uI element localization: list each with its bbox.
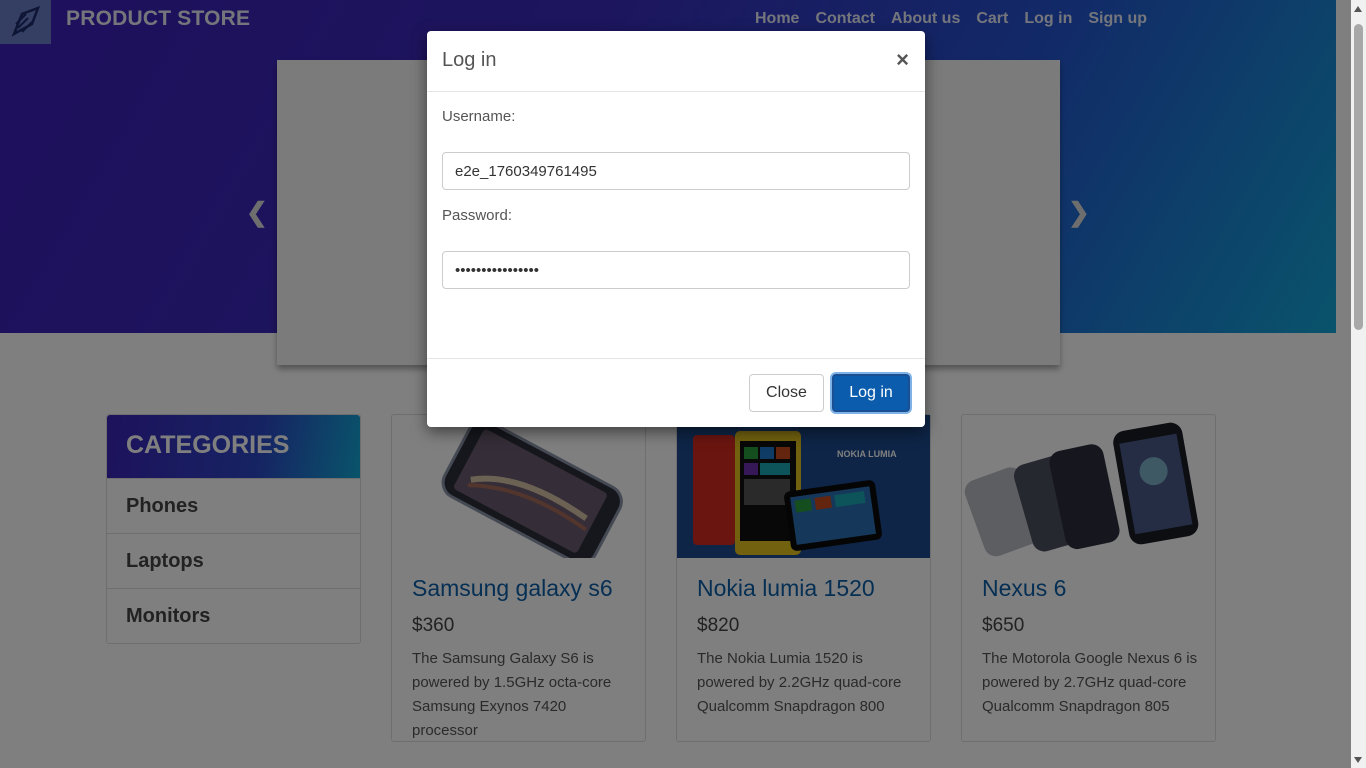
scroll-down-icon[interactable] — [1354, 757, 1362, 763]
close-button[interactable]: Close — [749, 374, 824, 412]
password-label: Password: — [442, 207, 513, 224]
close-icon[interactable]: × — [896, 47, 909, 73]
scrollbar-thumb[interactable] — [1354, 24, 1363, 330]
login-modal: Log in × Username: Password: Close Log i… — [427, 31, 925, 427]
login-button[interactable]: Log in — [832, 374, 910, 412]
scrollbar[interactable] — [1351, 0, 1366, 768]
modal-footer: Close Log in — [427, 358, 925, 427]
modal-title: Log in — [442, 49, 497, 71]
username-field[interactable] — [442, 152, 910, 190]
modal-header: Log in × — [427, 31, 925, 92]
username-label: Username: — [442, 108, 516, 125]
scroll-up-icon[interactable] — [1354, 6, 1362, 12]
password-field[interactable] — [442, 251, 910, 289]
